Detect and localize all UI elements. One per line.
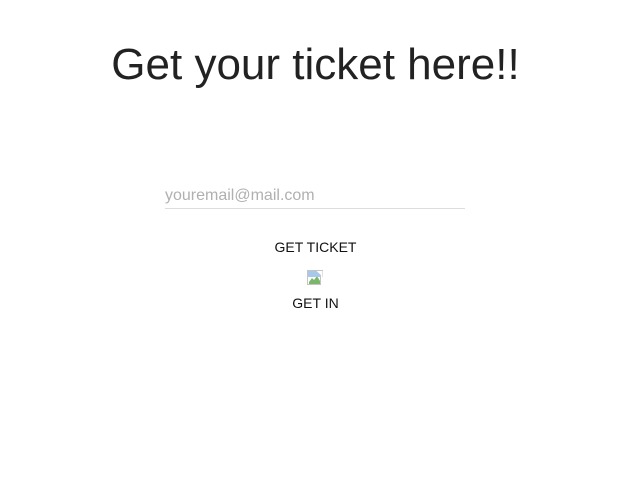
get-ticket-label: GET TICKET	[274, 239, 357, 255]
email-field[interactable]	[165, 184, 465, 209]
page-title: Get your ticket here!!	[111, 40, 520, 89]
get-ticket-button[interactable]: GET TICKET	[0, 238, 631, 256]
broken-image-icon	[307, 270, 324, 286]
page: Get your ticket here!! GET TICKET GET IN	[0, 0, 631, 501]
get-in-button[interactable]: GET IN	[0, 294, 631, 312]
